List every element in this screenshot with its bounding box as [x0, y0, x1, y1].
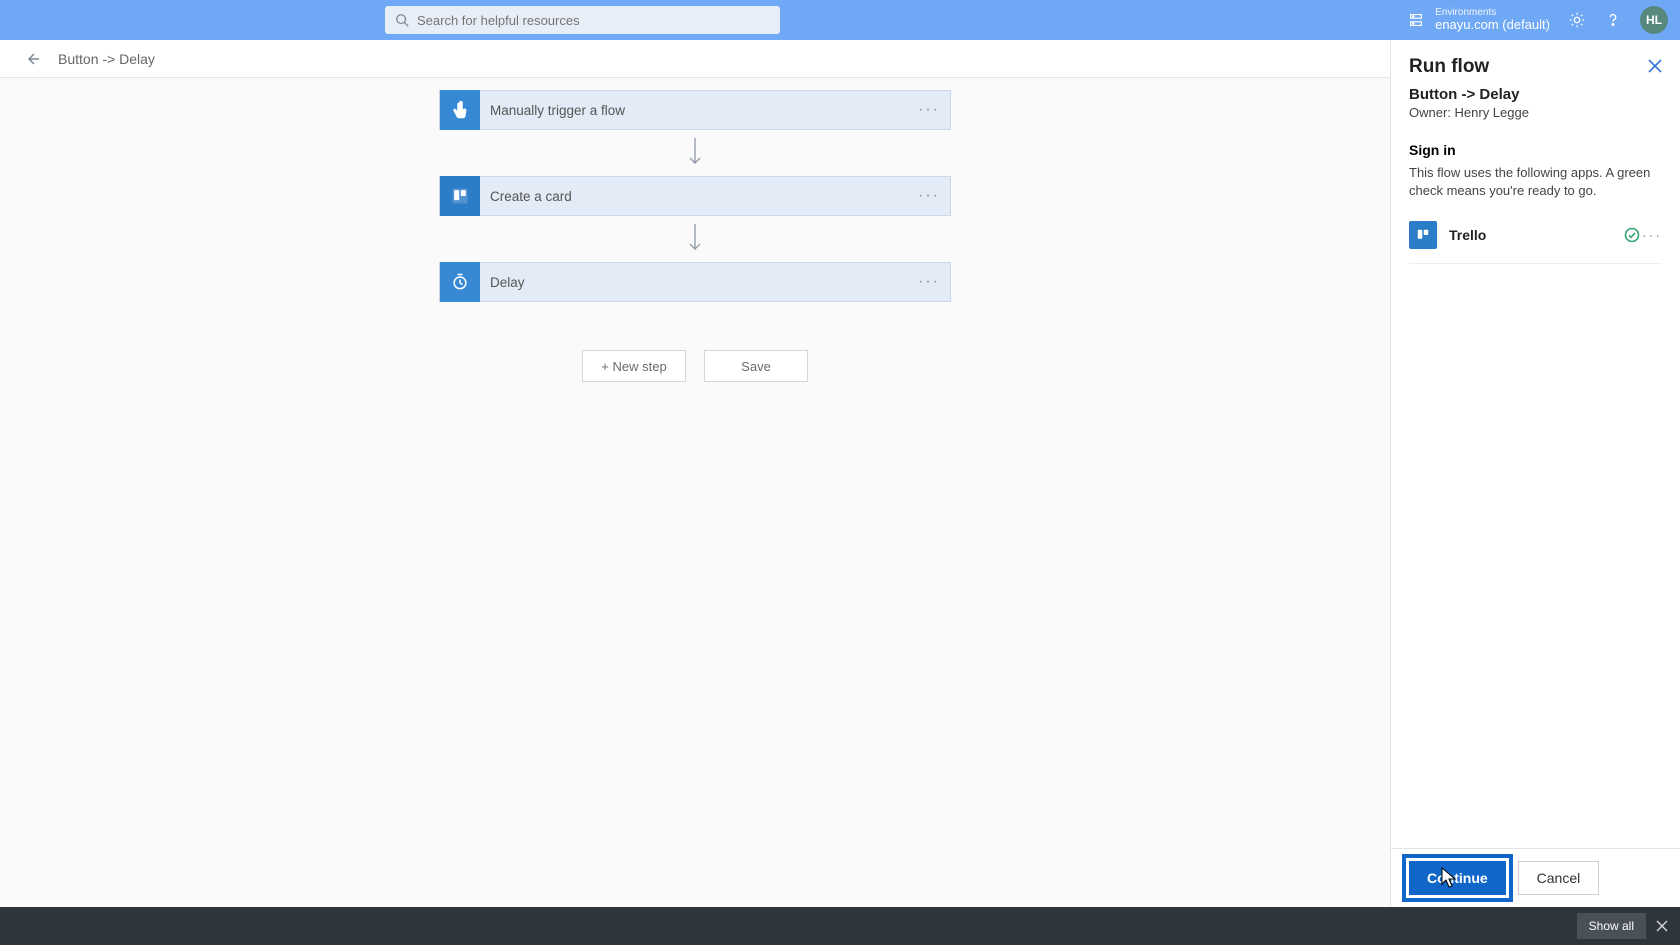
- search-input[interactable]: [417, 13, 770, 28]
- breadcrumb: Button -> Delay: [58, 51, 155, 67]
- close-icon[interactable]: [1656, 920, 1668, 932]
- show-all-button[interactable]: Show all: [1577, 913, 1646, 939]
- run-flow-panel: Run flow Button -> Delay Owner: Henry Le…: [1390, 40, 1680, 907]
- touch-icon: [440, 90, 480, 130]
- help-icon[interactable]: [1604, 11, 1622, 29]
- environment-picker[interactable]: Environments enayu.com (default): [1407, 7, 1550, 32]
- flow-step-delay[interactable]: Delay ···: [439, 262, 951, 302]
- gear-icon[interactable]: [1568, 11, 1586, 29]
- flow-step-create-card[interactable]: Create a card ···: [439, 176, 951, 216]
- search-icon: [395, 13, 409, 27]
- back-arrow-icon[interactable]: [24, 51, 40, 67]
- timer-icon: [440, 262, 480, 302]
- trello-icon: [1409, 221, 1437, 249]
- app-header: Environments enayu.com (default) HL: [0, 0, 1680, 40]
- step-label: Delay: [490, 275, 525, 290]
- panel-footer: Continue Cancel: [1391, 848, 1680, 907]
- panel-flow-name: Button -> Delay: [1409, 86, 1662, 103]
- connection-row: Trello ···: [1409, 221, 1662, 264]
- canvas-actions: + New step Save: [582, 350, 808, 382]
- env-label: Environments: [1435, 7, 1550, 18]
- flow-canvas: Manually trigger a flow ··· Create a car…: [0, 78, 1390, 907]
- step-label: Manually trigger a flow: [490, 103, 625, 118]
- more-icon[interactable]: ···: [918, 101, 940, 119]
- more-icon[interactable]: ···: [1642, 227, 1662, 243]
- connection-name: Trello: [1449, 227, 1486, 243]
- panel-title: Run flow: [1409, 56, 1489, 78]
- env-name: enayu.com (default): [1435, 18, 1550, 32]
- save-button[interactable]: Save: [704, 350, 808, 382]
- bottom-bar: Show all: [0, 907, 1680, 945]
- cancel-button[interactable]: Cancel: [1518, 861, 1600, 895]
- signin-desc: This flow uses the following apps. A gre…: [1409, 164, 1662, 199]
- flow-column: Manually trigger a flow ··· Create a car…: [439, 90, 951, 382]
- close-icon[interactable]: [1648, 59, 1662, 73]
- more-icon[interactable]: ···: [918, 187, 940, 205]
- signin-heading: Sign in: [1409, 142, 1662, 158]
- step-label: Create a card: [490, 189, 572, 204]
- new-step-button[interactable]: + New step: [582, 350, 686, 382]
- header-actions: Environments enayu.com (default) HL: [1407, 0, 1668, 40]
- check-icon: [1624, 227, 1640, 243]
- panel-owner: Owner: Henry Legge: [1409, 105, 1662, 120]
- environment-icon: [1407, 11, 1425, 29]
- search-box[interactable]: [385, 6, 780, 34]
- arrow-down-icon: [685, 136, 705, 170]
- trello-icon: [440, 176, 480, 216]
- flow-step-trigger[interactable]: Manually trigger a flow ···: [439, 90, 951, 130]
- arrow-down-icon: [685, 222, 705, 256]
- avatar[interactable]: HL: [1640, 6, 1668, 34]
- more-icon[interactable]: ···: [918, 273, 940, 291]
- continue-button[interactable]: Continue: [1409, 861, 1506, 895]
